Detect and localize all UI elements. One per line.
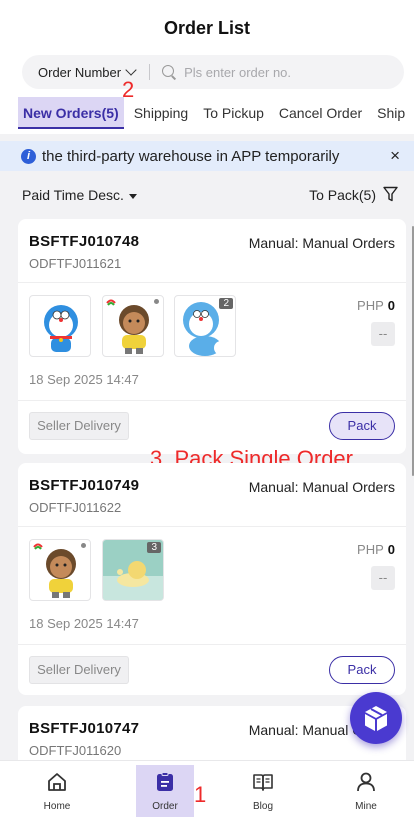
caret-down-icon [128,193,137,199]
product-thumbnail[interactable] [102,295,164,357]
nav-order[interactable]: Order [136,765,194,817]
to-pack-filter[interactable]: To Pack(5) [309,187,376,203]
order-amount: PHP 0 [357,298,395,313]
more-items-badge: 2 [219,298,233,309]
close-icon[interactable]: × [390,146,400,166]
annotation-step-2: 2 [122,77,135,102]
nav-blog-label: Blog [252,801,273,812]
divider [18,644,406,645]
product-thumbnail[interactable] [29,539,91,601]
order-icon [157,772,173,791]
home-icon [48,773,66,791]
order-status-tabs: New Orders(5) Shipping To Pickup Cancel … [18,97,414,129]
amount-value: 0 [387,298,395,313]
boy-plush-toy-image [106,299,149,354]
nav-order-label: Order [152,801,178,812]
order-number: BSFTFJ010747 [29,720,140,737]
nav-blog[interactable]: Blog [234,765,292,817]
amount-value: 0 [387,542,395,557]
search-bar: Order Number [22,55,404,89]
info-icon: i [21,148,36,164]
package-icon [365,706,387,731]
order-card[interactable]: BSFTFJ010748 ODFTFJ011621 Manual: Manual… [18,219,406,454]
order-date: 18 Sep 2025 14:47 [29,372,139,387]
currency-label: PHP [357,298,384,313]
search-type-label: Order Number [38,64,122,80]
tab-ship[interactable]: Ship [372,97,410,129]
order-card[interactable]: BSFTFJ010749 ODFTFJ011622 Manual: Manual… [18,463,406,695]
search-divider [149,64,151,80]
order-number: BSFTFJ010748 [29,233,140,250]
blue-robot-toy-image [44,305,78,352]
product-thumbnail[interactable]: 2 [174,295,236,357]
filter-funnel-icon[interactable] [383,186,398,202]
pack-button[interactable]: Pack [329,656,395,684]
filter-bar: Paid Time Desc. To Pack(5) [0,182,414,210]
status-dot [154,299,159,304]
order-number: BSFTFJ010749 [29,477,140,494]
pack-fab-button[interactable] [350,692,402,744]
book-icon [253,774,273,791]
more-items-badge: 3 [147,542,161,553]
annotation-step-1: 1 [194,782,207,807]
notice-text: the third-party warehouse in APP tempora… [42,147,340,165]
header: Order List Order Number New Orders(5) Sh… [0,0,414,134]
nav-mine[interactable]: Mine [337,765,395,817]
product-thumbnail[interactable] [29,295,91,357]
page-title: Order List [163,18,251,38]
tab-shipping[interactable]: Shipping [129,97,194,129]
order-channel: Manual: Manual Orders [248,479,395,495]
order-sub-number: ODFTFJ011622 [29,500,122,515]
search-type-select[interactable]: Order Number [22,64,137,80]
order-channel: Manual: Manual Orders [248,235,395,251]
seller-delivery-badge: Seller Delivery [29,656,129,684]
order-amount: PHP 0 [357,542,395,557]
divider [18,282,406,283]
order-sub-number: ODFTFJ011621 [29,256,122,271]
currency-label: PHP [357,542,384,557]
pack-button[interactable]: Pack [329,412,395,440]
nav-home-label: Home [43,801,71,812]
status-dot [81,543,86,548]
divider [18,400,406,401]
boy-plush-toy-image [33,543,76,598]
nav-mine-label: Mine [355,801,377,812]
user-icon [357,772,375,792]
order-sub-number: ODFTFJ011620 [29,743,122,758]
tab-to-pickup[interactable]: To Pickup [198,97,269,129]
chevron-down-icon [125,64,137,76]
divider [18,526,406,527]
order-card[interactable]: BSFTFJ010747 ODFTFJ011620 Manual: Manual… [18,706,406,760]
product-thumbnail[interactable]: 3 [102,539,164,601]
notice-banner: i the third-party warehouse in APP tempo… [0,141,414,171]
tab-cancel-order[interactable]: Cancel Order [274,97,367,129]
quantity-placeholder: -- [371,566,395,590]
order-date: 18 Sep 2025 14:47 [29,616,139,631]
quantity-placeholder: -- [371,322,395,346]
search-icon [162,65,176,79]
sort-dropdown[interactable]: Paid Time Desc. [22,187,137,203]
bottom-navigation: Home Order Blog Mine [0,760,414,823]
nav-home[interactable]: Home [28,765,86,817]
sort-label: Paid Time Desc. [22,187,124,203]
search-input[interactable] [184,64,385,80]
seller-delivery-badge: Seller Delivery [29,412,129,440]
tab-new-orders[interactable]: New Orders(5) [18,97,124,129]
